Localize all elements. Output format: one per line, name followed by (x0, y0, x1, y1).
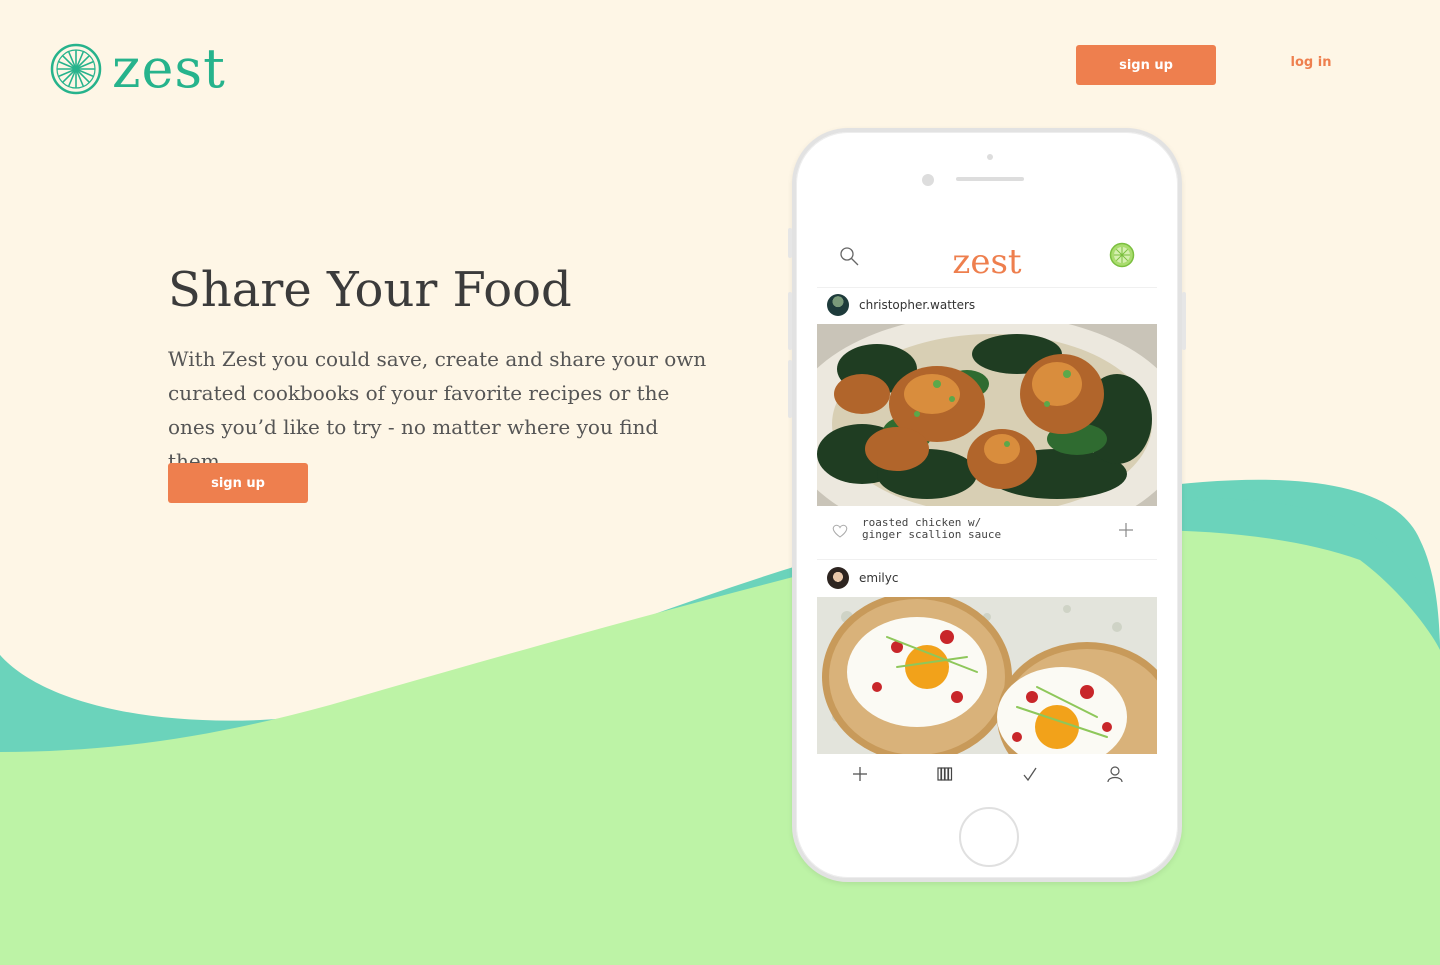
lime-slice-icon (50, 43, 102, 95)
phone-power-button (1182, 292, 1186, 350)
post-user-row[interactable]: christopher.watters (817, 286, 1157, 324)
post-username: emilyc (859, 571, 899, 585)
add-to-cookbook-icon[interactable] (1117, 521, 1135, 539)
app-tab-bar (817, 754, 1157, 794)
phone-speaker (956, 177, 1024, 181)
zest-logo[interactable]: zest (50, 42, 226, 96)
plus-icon[interactable] (851, 765, 869, 783)
avatar (827, 294, 849, 316)
post-username: christopher.watters (859, 298, 976, 312)
phone-home-button (959, 807, 1019, 867)
profile-icon[interactable] (1106, 765, 1124, 783)
phone-sensor (987, 154, 993, 160)
login-link[interactable]: log in (1276, 55, 1346, 70)
app-screen: zest christopher.watters roasted chicken… (817, 224, 1157, 794)
hero-title: Share Your Food (168, 262, 572, 318)
cookbooks-icon[interactable] (936, 765, 954, 783)
post-user-row[interactable]: emilyc (817, 560, 1157, 596)
phone-camera (922, 174, 934, 186)
app-title: zest (952, 242, 1022, 282)
caption-line: ginger scallion sauce (862, 528, 1002, 541)
post-photo-chicken[interactable] (817, 324, 1157, 506)
hero-description: With Zest you could save, create and sha… (168, 347, 707, 473)
lime-slice-icon[interactable] (1109, 242, 1135, 268)
app-header: zest (817, 224, 1157, 288)
check-icon[interactable] (1021, 765, 1039, 783)
phone-mockup: zest christopher.watters roasted chicken… (788, 128, 1186, 882)
phone-volume-down (788, 360, 792, 418)
post-caption: roasted chicken w/ ginger scallion sauce (862, 517, 1001, 541)
post-caption-row: roasted chicken w/ ginger scallion sauce (817, 506, 1157, 560)
heart-icon[interactable] (831, 522, 849, 540)
header-signup-button[interactable]: sign up (1076, 45, 1216, 85)
avatar (827, 567, 849, 589)
post-photo-eggs[interactable] (817, 597, 1157, 754)
phone-mute-switch (788, 228, 792, 258)
phone-volume-up (788, 292, 792, 350)
brand-name: zest (112, 37, 226, 100)
hero-signup-button[interactable]: sign up (168, 463, 308, 503)
